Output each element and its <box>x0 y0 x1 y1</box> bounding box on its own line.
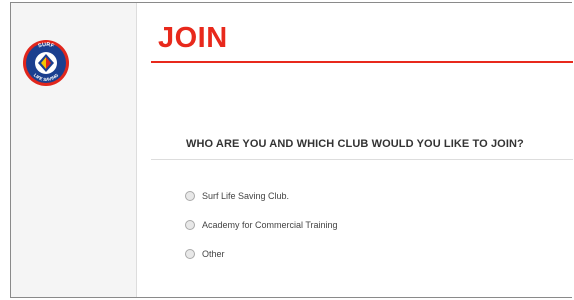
question-divider <box>151 159 573 160</box>
club-options: Surf Life Saving Club. Academy for Comme… <box>185 190 338 277</box>
title-divider <box>151 61 573 63</box>
join-question: WHO ARE YOU AND WHICH CLUB WOULD YOU LIK… <box>186 138 524 150</box>
radio-button[interactable] <box>185 219 195 230</box>
option-label: Academy for Commercial Training <box>202 219 338 230</box>
surf-life-saving-logo-icon: SURF LIFE SAVING <box>21 28 71 98</box>
sidebar: SURF LIFE SAVING <box>11 3 137 297</box>
signup-frame: SURF LIFE SAVING JOIN WHO ARE YOU AND WH… <box>10 2 573 298</box>
option-other[interactable]: Other <box>185 248 338 259</box>
page-title: JOIN <box>158 22 228 54</box>
option-academy-commercial-training[interactable]: Academy for Commercial Training <box>185 219 338 230</box>
option-surf-life-saving-club[interactable]: Surf Life Saving Club. <box>185 190 338 201</box>
option-label: Surf Life Saving Club. <box>202 190 290 201</box>
radio-button[interactable] <box>185 248 195 259</box>
radio-button[interactable] <box>185 190 195 201</box>
option-label: Other <box>202 248 225 259</box>
